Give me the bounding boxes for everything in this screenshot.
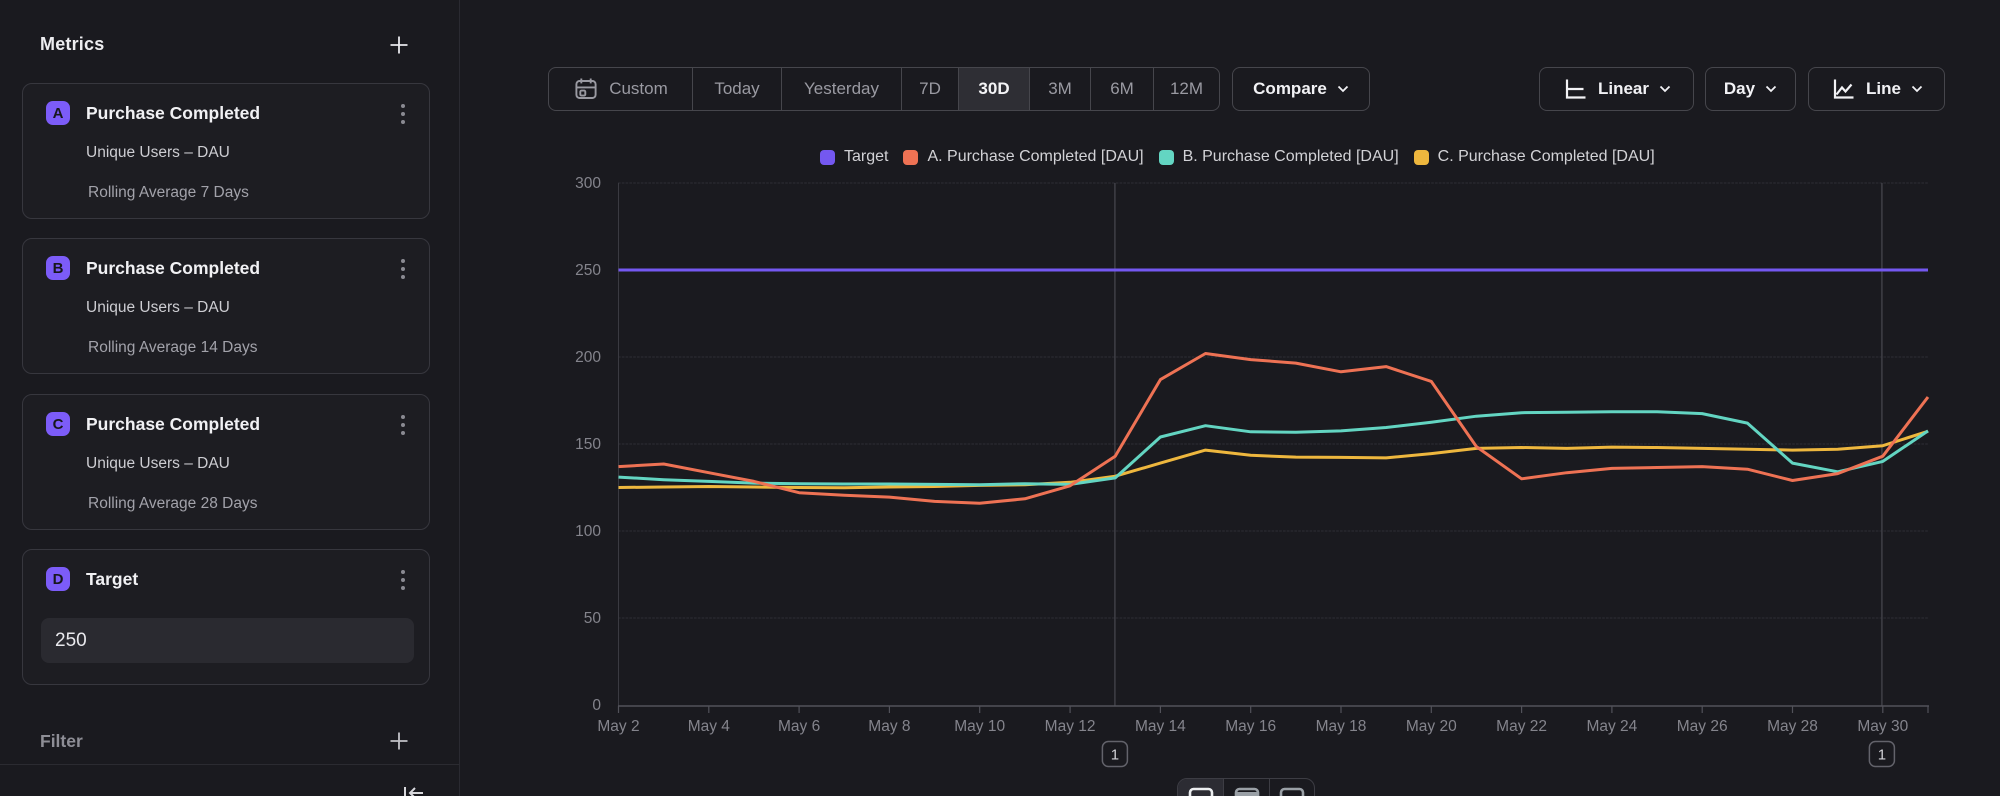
svg-text:1: 1 xyxy=(1111,747,1119,764)
svg-text:May 6: May 6 xyxy=(778,718,820,735)
svg-text:0: 0 xyxy=(592,697,601,714)
svg-text:May 28: May 28 xyxy=(1767,718,1818,735)
svg-text:May 26: May 26 xyxy=(1677,718,1728,735)
svg-text:May 14: May 14 xyxy=(1135,718,1186,735)
svg-text:200: 200 xyxy=(575,349,601,366)
svg-text:May 20: May 20 xyxy=(1406,718,1457,735)
svg-text:May 18: May 18 xyxy=(1316,718,1367,735)
svg-text:250: 250 xyxy=(575,262,601,279)
svg-text:50: 50 xyxy=(584,610,602,627)
svg-text:May 30: May 30 xyxy=(1857,718,1908,735)
svg-text:May 12: May 12 xyxy=(1045,718,1096,735)
svg-text:May 8: May 8 xyxy=(868,718,910,735)
svg-text:1: 1 xyxy=(1878,747,1886,764)
svg-text:May 10: May 10 xyxy=(954,718,1005,735)
svg-text:100: 100 xyxy=(575,523,601,540)
svg-text:May 4: May 4 xyxy=(688,718,731,735)
svg-text:May 16: May 16 xyxy=(1225,718,1276,735)
svg-text:May 22: May 22 xyxy=(1496,718,1547,735)
svg-text:150: 150 xyxy=(575,436,601,453)
svg-text:May 2: May 2 xyxy=(597,718,639,735)
svg-text:May 24: May 24 xyxy=(1586,718,1637,735)
svg-text:300: 300 xyxy=(575,175,601,192)
